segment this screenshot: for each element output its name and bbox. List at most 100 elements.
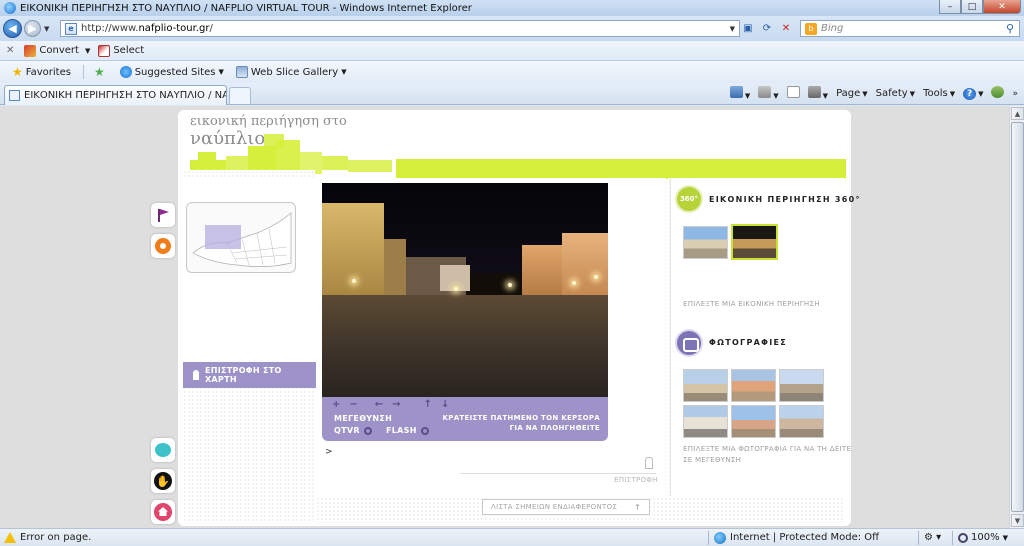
convert-dropdown-icon[interactable]: ▼: [85, 47, 90, 55]
search-icon[interactable]: ⚲: [1006, 22, 1014, 35]
tilt-up-icon[interactable]: ↑: [424, 399, 432, 410]
scroll-down-icon[interactable]: ▼: [1011, 514, 1024, 527]
header-decoration: [198, 152, 216, 162]
separator: [708, 531, 709, 545]
flash-link[interactable]: FLASH: [386, 426, 429, 435]
suggested-sites-link[interactable]: Suggested Sites ▼: [119, 66, 224, 78]
minimap[interactable]: [186, 202, 296, 273]
street-light: [454, 287, 458, 291]
street-light: [352, 279, 356, 283]
refresh-icon[interactable]: ⟳: [759, 21, 775, 36]
photo-thumbnail[interactable]: [731, 405, 776, 438]
security-zone[interactable]: Internet | Protected Mode: Off: [714, 531, 879, 544]
zoom-icon: [958, 532, 968, 543]
contact-button[interactable]: [151, 438, 175, 462]
zoom-control[interactable]: 100% ▼: [958, 532, 1008, 543]
photo-thumbnail[interactable]: [683, 405, 728, 438]
close-window-button[interactable]: ✕: [983, 0, 1021, 14]
chat-icon: [155, 443, 171, 457]
safety-menu[interactable]: Safety ▼: [876, 88, 915, 99]
page-icon: e: [65, 22, 77, 35]
convert-button[interactable]: Convert ▼: [24, 44, 90, 57]
feeds-button[interactable]: ▼: [758, 86, 779, 101]
separator: [952, 531, 953, 545]
home-page-button[interactable]: [151, 500, 175, 524]
chevron-down-icon: ▼: [218, 68, 224, 76]
window-title-bar: ΕΙΚΟΝΙΚΗ ΠΕΡΙΗΓΗΣΗ ΣΤΟ ΝΑΥΠΛΙΟ / NAFPLIO…: [0, 0, 1024, 16]
help-icon: ?: [963, 87, 977, 100]
tour-thumbnail[interactable]: [683, 226, 728, 259]
panorama-viewer[interactable]: [322, 183, 608, 397]
photo-thumbnail[interactable]: [683, 369, 728, 402]
pan-right-icon[interactable]: →: [392, 399, 400, 410]
audio-guide-button[interactable]: [151, 234, 175, 258]
address-url[interactable]: http://www.nafplio-tour.gr/: [81, 23, 213, 34]
virtual-tour-title: ΕΙΚΟΝΙΚΗ ΠΕΡΙΗΓΗΣΗ 360°: [709, 195, 861, 204]
tools-menu[interactable]: Tools ▼: [923, 88, 955, 99]
panorama-building: [384, 239, 406, 299]
minimize-button[interactable]: –: [939, 0, 961, 14]
pin-icon: [193, 370, 199, 380]
tour-thumbnail-selected[interactable]: [731, 224, 778, 260]
warning-icon[interactable]: [4, 532, 16, 543]
photos-title: ΦΩΤΟΓΡΑΦΙΕΣ: [709, 338, 788, 347]
search-input[interactable]: Bing: [821, 23, 843, 34]
maximize-button[interactable]: □: [961, 0, 983, 14]
photo-thumbnail[interactable]: [731, 369, 776, 402]
address-dropdown-icon[interactable]: ▼: [730, 25, 735, 33]
pan-left-icon[interactable]: ←: [375, 399, 383, 410]
help-hand-button[interactable]: ✋: [151, 469, 175, 493]
vertical-scrollbar[interactable]: ▲ ▼: [1009, 106, 1024, 528]
minimap-drawing: [192, 212, 292, 267]
web-slice-gallery-icon: [235, 66, 248, 78]
more-tools-chevron-icon[interactable]: »: [1012, 89, 1018, 99]
qtvr-link[interactable]: QTVR: [334, 426, 372, 435]
points-of-interest-select[interactable]: ΛΙΣΤΑ ΣΗΜΕΙΩΝ ΕΝΔΙΑΦΕΡΟΝΤΟΣ ↑: [482, 499, 650, 515]
page-menu[interactable]: Page ▼: [836, 88, 868, 99]
arrow-up-icon: ↑: [633, 502, 641, 512]
window-controls: – □ ✕: [939, 0, 1021, 14]
photo-thumbnail[interactable]: [779, 405, 824, 438]
favorites-button[interactable]: ★ Favorites: [12, 65, 71, 79]
favorites-bar: ★ Favorites ★ Suggested Sites ▼ Web Slic…: [0, 61, 1024, 83]
recent-pages-chevron-icon[interactable]: ▼: [44, 25, 49, 33]
header-decoration: [348, 160, 392, 172]
select-icon: [98, 44, 111, 57]
photo-thumbnail[interactable]: [779, 369, 824, 402]
back-button[interactable]: ◀: [3, 19, 22, 38]
address-bar[interactable]: e http://www.nafplio-tour.gr/ ▼: [60, 20, 740, 37]
return-link[interactable]: ΕΠΙΣΤΡΟΦΗ: [614, 476, 658, 484]
close-toolbar-icon[interactable]: ✕: [6, 45, 14, 56]
compatibility-view-icon[interactable]: ▣: [740, 21, 756, 36]
error-status[interactable]: Error on page.: [20, 532, 91, 543]
new-tab-button[interactable]: [229, 87, 251, 104]
back-to-map-button[interactable]: ΕΠΙΣΤΡΟΦΗ ΣΤΟ ΧΑΡΤΗ: [183, 362, 316, 388]
search-box[interactable]: b Bing ⚲: [800, 20, 1020, 37]
header-green-bar: [396, 159, 846, 179]
forward-button[interactable]: ▶: [24, 20, 41, 37]
points-of-interest-button[interactable]: [151, 203, 175, 227]
research-icon: [991, 86, 1005, 98]
popup-blocker-icon[interactable]: ⚙ ▾: [924, 532, 941, 543]
scroll-thumb[interactable]: [1011, 122, 1024, 512]
tab-bar: ΕΙΚΟΝΙΚΗ ΠΕΡΙΗΓΗΣΗ ΣΤΟ ΝΑΥΠΛΙΟ / NAFPLIO…: [0, 83, 1024, 105]
read-mail-button[interactable]: [786, 86, 800, 101]
active-tab[interactable]: ΕΙΚΟΝΙΚΗ ΠΕΡΙΗΓΗΣΗ ΣΤΟ ΝΑΥΠΛΙΟ / NAFPLIO…: [4, 85, 227, 105]
add-favorite-button[interactable]: ★: [94, 65, 108, 79]
zoom-out-icon[interactable]: −: [349, 399, 357, 410]
convert-icon: [24, 44, 37, 57]
help-button[interactable]: ? ▼: [963, 87, 983, 100]
web-slice-gallery-link[interactable]: Web Slice Gallery ▼: [235, 66, 347, 78]
scroll-up-icon[interactable]: ▲: [1011, 107, 1024, 120]
photo-hint-line1: ΕΠΙΛΕΞΤΕ ΜΙΑ ΦΩΤΟΓΡΑΦΙΑ ΓΙΑ ΝΑ ΤΗ ΔΕΙΤΕ: [683, 445, 852, 453]
magnifier-icon: [420, 426, 429, 435]
tilt-down-icon[interactable]: ↓: [441, 399, 449, 410]
print-button[interactable]: ▼: [807, 86, 828, 101]
stop-icon[interactable]: ✕: [778, 21, 794, 36]
zoom-in-icon[interactable]: +: [332, 399, 340, 410]
globe-icon: [714, 531, 726, 544]
home-button[interactable]: ▼: [729, 86, 750, 101]
return-icon[interactable]: [645, 457, 653, 469]
select-button[interactable]: Select: [98, 44, 144, 57]
research-button[interactable]: [991, 86, 1005, 101]
